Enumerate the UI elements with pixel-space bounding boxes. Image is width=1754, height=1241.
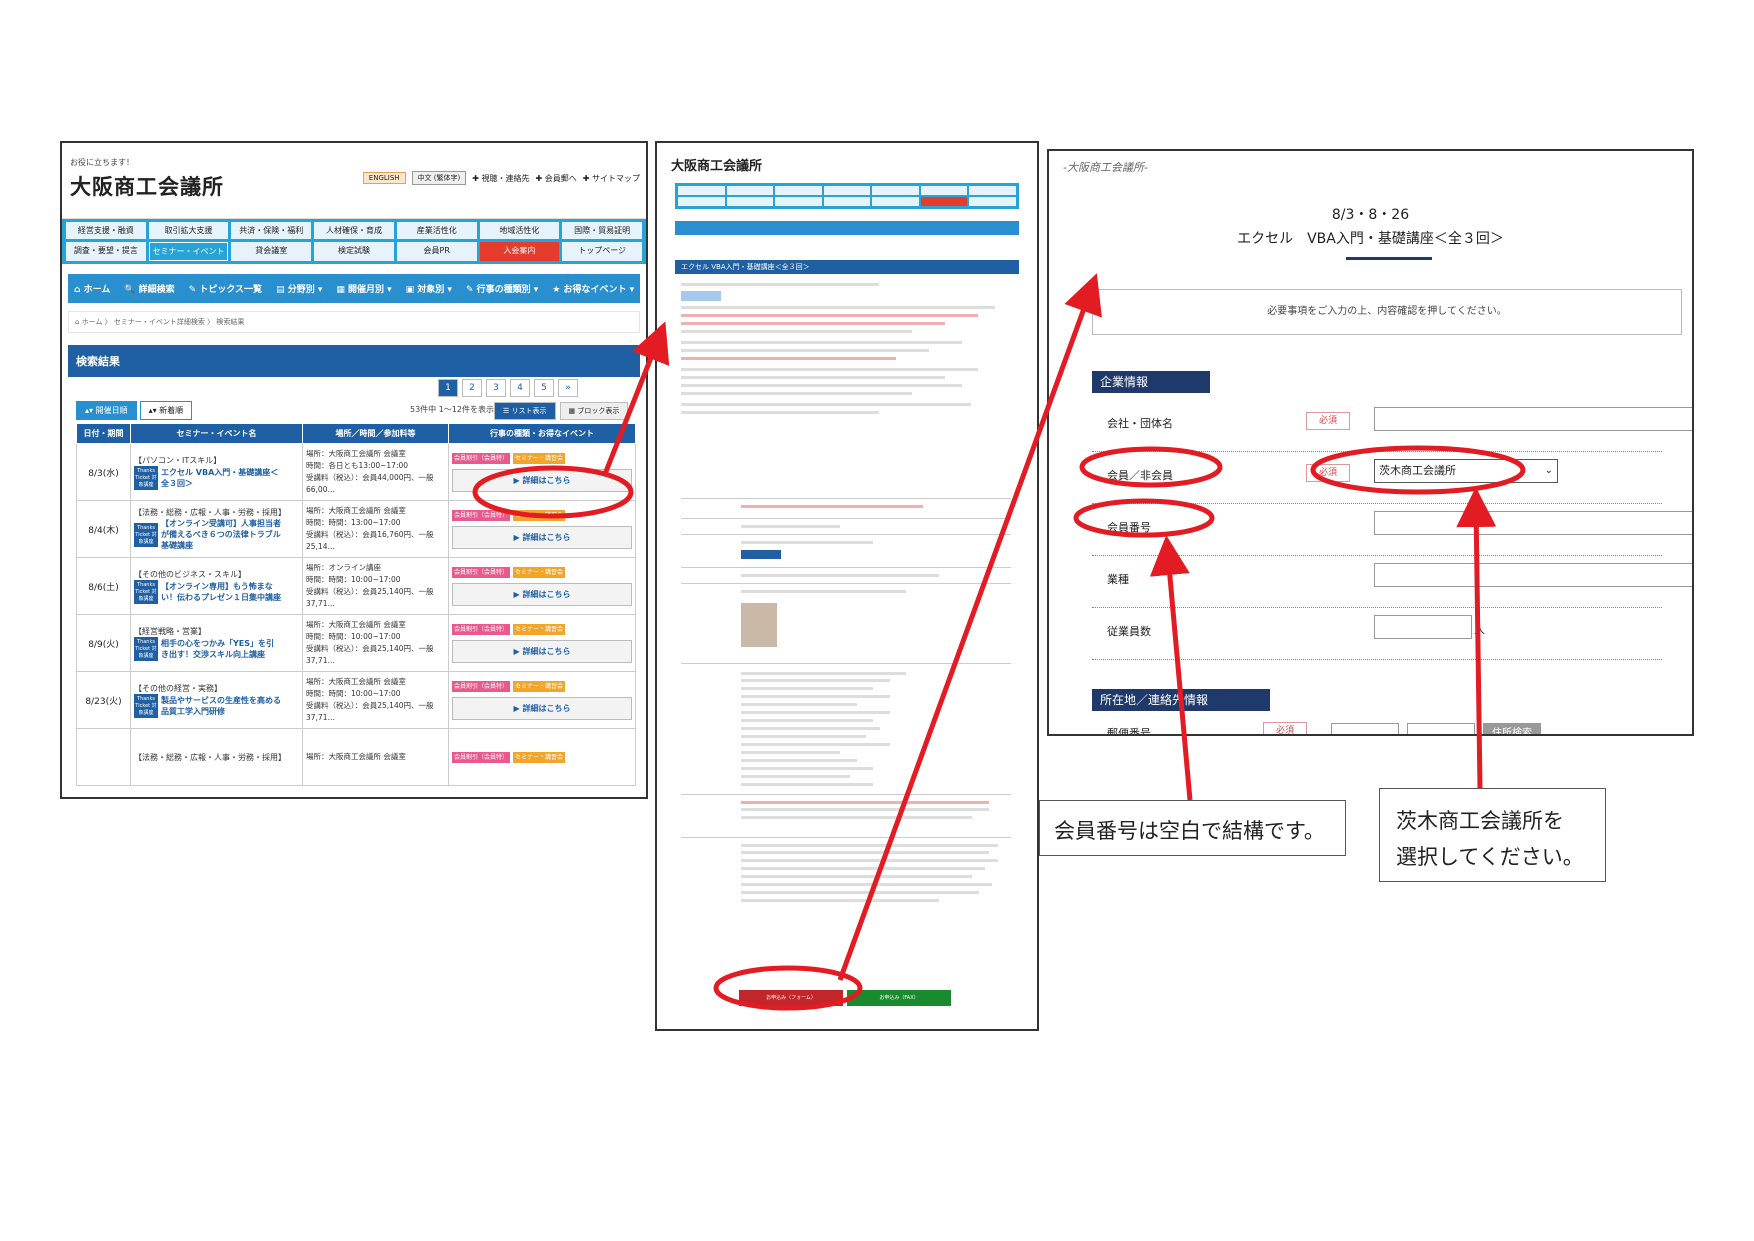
arrow-line	[1149, 535, 1193, 801]
callout-text: 会員番号は空白で結構です。	[1054, 819, 1325, 843]
highlight-ellipse	[472, 465, 634, 519]
callout-text: 茨木商工会議所を	[1396, 809, 1564, 833]
highlight-ellipse	[713, 965, 863, 1011]
highlight-ellipse	[1073, 498, 1215, 538]
callout-member-no: 会員番号は空白で結構です。	[1039, 800, 1346, 856]
arrow-line	[837, 273, 1102, 981]
highlight-ellipse	[1310, 445, 1526, 495]
callout-text: 選択してください。	[1396, 845, 1584, 869]
highlight-ellipse	[1079, 446, 1223, 488]
arrow-line	[1456, 487, 1497, 789]
arrow-line	[602, 321, 670, 475]
callout-select: 茨木商工会議所を 選択してください。	[1379, 788, 1606, 882]
annotation-overlay	[472, 273, 1526, 1011]
